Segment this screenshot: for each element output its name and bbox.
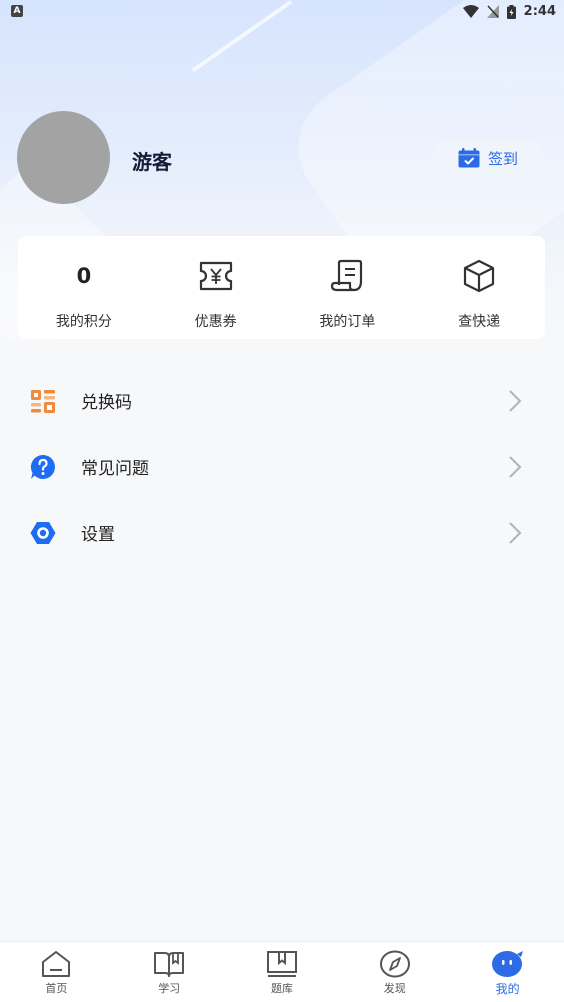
redeem-code-icon [31,390,55,413]
status-bar: A 2:44 [0,0,564,24]
avatar[interactable] [17,111,110,204]
stats-card: 0 我的积分 优惠券 我的订单 查快递 [18,236,545,339]
settings-hex-icon [30,522,56,544]
menu-label-redeem: 兑换码 [81,392,132,413]
order-icon [331,259,363,292]
book-icon [154,952,185,977]
question-icon [30,454,55,479]
express-item[interactable]: 查快递 [413,236,545,339]
menu-label-faq: 常见问题 [81,458,149,479]
points-label: 我的积分 [55,314,112,330]
tab-discover[interactable]: 发现 [338,942,451,1002]
chevron-right-icon [509,522,522,544]
signin-button[interactable]: 签到 [432,140,544,176]
question-bank-icon [266,951,297,977]
home-icon [42,951,71,977]
tab-home[interactable]: 首页 [0,942,113,1002]
tab-label-study: 学习 [158,982,181,995]
tab-mine[interactable]: 我的 [451,942,564,1002]
status-time: 2:44 [523,4,556,19]
coupon-label: 优惠券 [194,314,237,330]
express-label: 查快递 [458,314,501,330]
menu-item-settings[interactable]: 设置 [0,499,564,565]
compass-icon [379,950,410,978]
chevron-right-icon [509,390,522,412]
package-icon [464,259,495,293]
mine-icon [491,951,523,977]
orders-item[interactable]: 我的订单 [282,236,414,339]
points-value: 0 [76,264,92,288]
wifi-icon [462,5,479,18]
tab-label-question-bank: 题库 [270,982,293,995]
menu-item-faq[interactable]: 常见问题 [0,433,564,499]
tab-label-mine: 我的 [495,982,520,996]
notification-icon: A [11,5,23,17]
username[interactable]: 游客 [132,146,172,175]
coupon-icon [199,261,232,291]
no-signal-icon [486,5,499,18]
tab-label-home: 首页 [45,982,68,995]
orders-label: 我的订单 [319,314,376,330]
tab-label-discover: 发现 [383,982,406,995]
battery-icon [506,4,516,19]
menu-list: 兑换码 常见问题 设置 [0,367,564,565]
menu-label-settings: 设置 [81,524,115,545]
points-item[interactable]: 0 我的积分 [18,236,150,339]
coupon-item[interactable]: 优惠券 [150,236,282,339]
tab-question-bank[interactable]: 题库 [226,942,339,1002]
calendar-check-icon [458,148,480,168]
bottom-tab-bar: 首页 学习 题库 发现 我的 [0,941,564,1002]
menu-item-redeem[interactable]: 兑换码 [0,367,564,433]
tab-study[interactable]: 学习 [113,942,226,1002]
chevron-right-icon [509,456,522,478]
signin-label: 签到 [487,149,518,168]
